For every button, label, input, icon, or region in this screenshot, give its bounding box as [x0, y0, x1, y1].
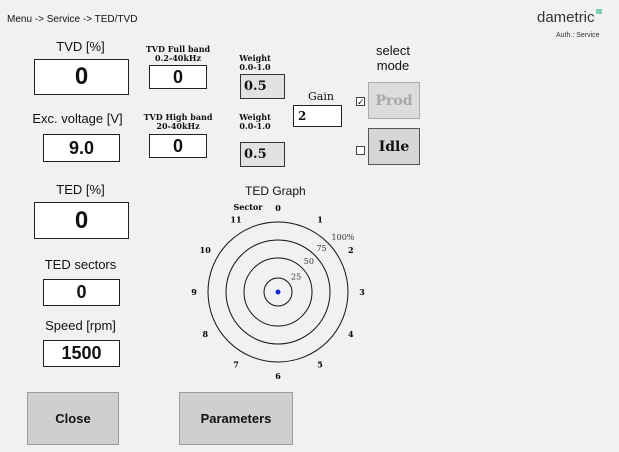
ted-graph-sector-11: 11: [230, 214, 241, 224]
speed-value: 1500: [43, 340, 120, 367]
prod-checkbox[interactable]: ✓: [356, 97, 365, 107]
ted-graph-sector-4: 4: [348, 329, 354, 339]
ted-graph-sector-3: 3: [359, 287, 365, 297]
ted-graph-sector-9: 9: [191, 287, 197, 297]
ted-graph-sector-label: Sector: [234, 202, 264, 212]
tvd-full-band-range: 0.2-40kHz: [154, 53, 201, 63]
ted-sectors-value: 0: [43, 279, 120, 306]
gain-input[interactable]: 2: [293, 105, 342, 127]
prod-button[interactable]: Prod: [368, 82, 420, 119]
ted-graph-point: [275, 289, 281, 295]
auth-level: Auth.: Service: [556, 32, 600, 39]
ted-graph-sector-7: 7: [233, 360, 239, 370]
ted-graph-sector-6: 6: [275, 371, 281, 381]
ted-graph-sector-10: 10: [200, 245, 212, 255]
ted-graph-sector-8: 8: [202, 329, 208, 339]
ted-graph-ring-label-100: 100%: [332, 233, 355, 242]
tvd-high-band-input[interactable]: 0: [149, 134, 207, 158]
ted-graph-sector-1: 1: [317, 214, 323, 224]
gain-label: Gain: [308, 90, 334, 103]
ted-graph-sector-2: 2: [348, 245, 354, 255]
ted-value: 0: [34, 202, 129, 239]
ted-graph-ring-label-50: 50: [304, 257, 314, 266]
ted-graph-sector-0: 0: [275, 203, 281, 213]
select-mode-line1: select: [376, 43, 410, 58]
close-button[interactable]: Close: [27, 392, 119, 445]
weight1-input[interactable]: 0.5: [240, 74, 285, 99]
tvd-full-band-label: TVD Full band 0.2-40kHz: [140, 45, 216, 63]
ted-graph-ring-label-25: 25: [291, 272, 301, 281]
ted-graph-sector-5: 5: [317, 360, 323, 370]
weight2-input[interactable]: 0.5: [240, 142, 285, 167]
weight2-range: 0.0-1.0: [239, 121, 271, 131]
select-mode-line2: mode: [376, 58, 410, 73]
tvd-label: TVD [%]: [56, 39, 105, 54]
ted-graph-ring-label-75: 75: [316, 244, 326, 253]
tvd-high-band-label: TVD High band 20-40kHz: [140, 113, 216, 131]
weight1-range: 0.0-1.0: [239, 62, 271, 72]
parameters-button[interactable]: Parameters: [179, 392, 293, 445]
weight2-label: Weight 0.0-1.0: [233, 113, 277, 131]
ted-graph: 0 1 2 3 4 5 6 7 8 9 10 11 Sector 255075 100%: [191, 202, 365, 381]
brand-logo: dametric: [537, 9, 602, 26]
select-mode-title: select mode: [365, 43, 421, 73]
ted-label: TED [%]: [56, 182, 105, 197]
weight1-label: Weight 0.0-1.0: [233, 54, 277, 72]
exc-voltage-value: 9.0: [43, 134, 120, 162]
exc-voltage-label: Exc. voltage [V]: [32, 111, 123, 126]
tvd-full-band-input[interactable]: 0: [149, 65, 207, 89]
brand-accent-mark: [595, 9, 602, 14]
idle-button[interactable]: Idle: [368, 128, 420, 165]
ted-sectors-label: TED sectors: [44, 257, 117, 272]
breadcrumb: Menu -> Service -> TED/TVD: [7, 14, 138, 25]
tvd-high-band-range: 20-40kHz: [156, 121, 200, 131]
speed-label: Speed [rpm]: [45, 318, 116, 333]
tvd-value: 0: [34, 59, 129, 95]
idle-checkbox[interactable]: [356, 146, 365, 155]
brand-name: dametric: [537, 9, 595, 26]
